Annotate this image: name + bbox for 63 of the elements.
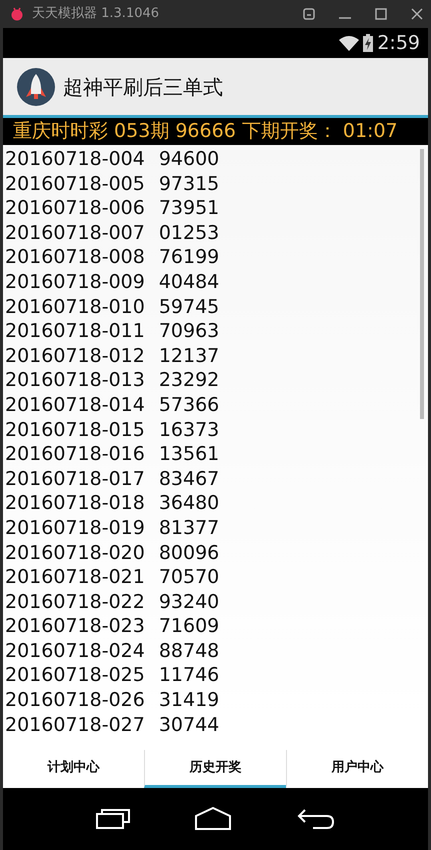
issue-number: 20160718-018: [5, 491, 145, 516]
status-time: 2:59: [377, 30, 420, 56]
draw-result: 13561: [158, 442, 220, 467]
draw-result: 59745: [158, 294, 220, 320]
issue-number: 20160718-026: [5, 688, 145, 713]
home-icon[interactable]: [195, 807, 232, 831]
issue-number: 20160718-011: [5, 319, 145, 344]
bug-icon: [10, 7, 24, 21]
draw-result: 80096: [158, 540, 220, 566]
issue-number: 20160718-016: [5, 442, 145, 467]
tab[interactable]: 历史开奖: [144, 750, 286, 788]
draw-result: 31419: [158, 688, 220, 713]
draw-result: 30744: [158, 712, 220, 738]
maximize-icon[interactable]: [375, 8, 387, 20]
issue-number: 20160718-009: [5, 270, 145, 295]
recent-apps-icon[interactable]: [96, 809, 130, 829]
draw-result: 57366: [158, 392, 220, 418]
issue-number: 20160718-004: [5, 147, 145, 172]
issue-number: 20160718-025: [5, 663, 145, 688]
draw-result: 83467: [158, 466, 220, 492]
draw-result: 40484: [158, 270, 220, 295]
draw-result: 12137: [158, 344, 220, 368]
battery-icon: [363, 34, 374, 52]
issue-number: 20160718-014: [5, 392, 145, 418]
issue-number: 20160718-010: [5, 294, 145, 320]
draw-result: 93240: [158, 590, 220, 614]
issue-number: 20160718-020: [5, 540, 145, 566]
issue-number: 20160718-008: [5, 245, 145, 270]
draw-result: 11746: [158, 663, 220, 688]
issue-number: 20160718-006: [5, 196, 145, 221]
draw-result: 94600: [158, 147, 220, 172]
issue-number: 20160718-005: [5, 172, 145, 196]
issue-number: 20160718-017: [5, 466, 145, 492]
draw-result: 16373: [158, 418, 220, 442]
draw-result: 36480: [158, 491, 220, 516]
draw-result: 01253: [158, 220, 220, 246]
rocket-logo-icon: [17, 68, 55, 106]
window-title: 天天模拟器 1.3.1046: [32, 5, 160, 24]
draw-result: 70570: [158, 565, 220, 590]
draw-result: 71609: [158, 614, 220, 639]
restore-icon[interactable]: [303, 8, 315, 20]
lottery-ticker: 重庆时时彩 053期 96666 下期开奖： 01:07: [13, 119, 398, 144]
issue-number: 20160718-012: [5, 344, 145, 368]
issue-number: 20160718-023: [5, 614, 145, 639]
draw-result: 88748: [158, 638, 220, 664]
issue-number: 20160718-007: [5, 220, 145, 246]
draw-result: 73951: [158, 196, 220, 221]
draw-result: 81377: [158, 516, 220, 540]
issue-number: 20160718-015: [5, 418, 145, 442]
draw-result: 97315: [158, 172, 220, 196]
wifi-icon: [339, 35, 360, 51]
issue-number: 20160718-013: [5, 368, 145, 393]
issue-number: 20160718-022: [5, 590, 145, 614]
draw-result: 76199: [158, 245, 220, 270]
draw-result: 23292: [158, 368, 220, 393]
issue-number: 20160718-027: [5, 712, 145, 738]
app-title: 超神平刷后三单式: [63, 74, 223, 100]
close-icon[interactable]: [411, 8, 423, 20]
issue-number: 20160718-021: [5, 565, 145, 590]
back-icon[interactable]: [297, 808, 336, 830]
issue-number: 20160718-024: [5, 638, 145, 664]
draw-result: 70963: [158, 319, 220, 344]
issue-number: 20160718-019: [5, 516, 145, 540]
